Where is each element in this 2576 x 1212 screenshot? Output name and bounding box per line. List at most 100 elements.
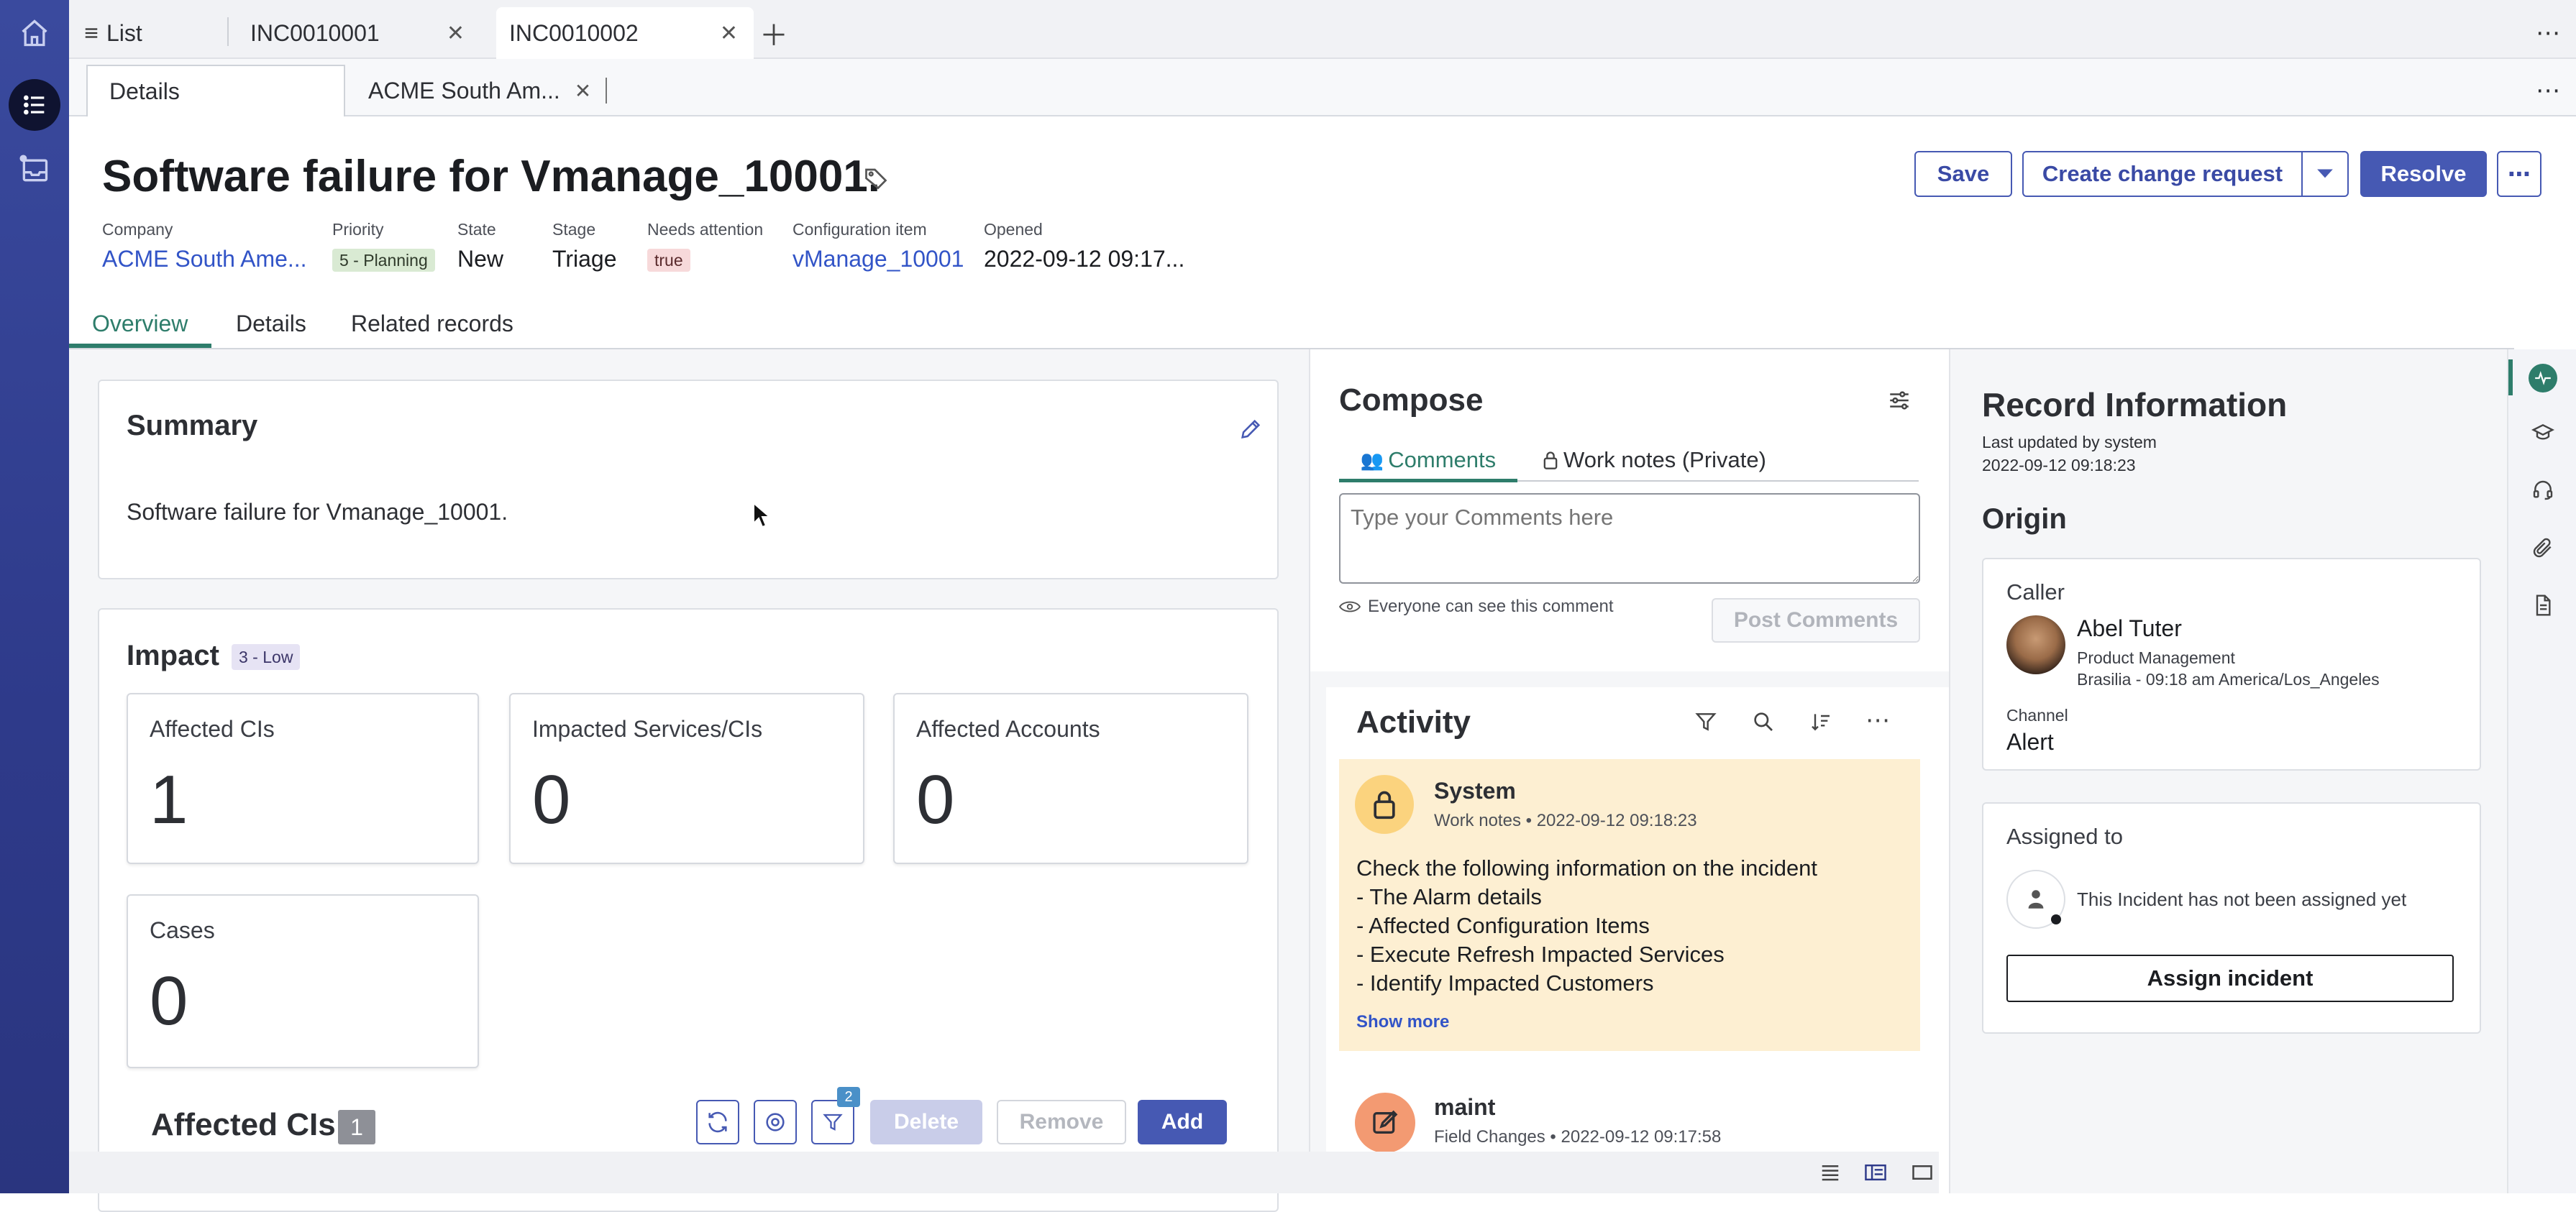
left-nav-rail [0,0,69,1193]
refresh-button[interactable] [696,1100,739,1144]
configuration-item-link[interactable]: vManage_10001 [793,246,964,272]
home-icon[interactable] [12,10,58,56]
edit-icon[interactable] [1238,417,1263,441]
split-view-icon[interactable] [1864,1162,1887,1183]
contextual-side-rail [2507,349,2576,1193]
tab-underline [1517,480,1919,482]
search-icon[interactable] [1752,710,1775,733]
entry-line: - The Alarm details [1356,884,1542,909]
graduation-cap-icon[interactable] [2531,421,2554,444]
affected-accounts-tile[interactable]: Affected Accounts 0 [893,693,1248,864]
tab-list[interactable]: List [83,7,227,59]
company-link[interactable]: ACME South Ame... [102,246,307,272]
list-icon[interactable] [9,79,60,131]
more-icon[interactable]: ⋯ [2536,7,2560,59]
active-indicator [2508,359,2513,395]
avatar [1355,1093,1415,1153]
compose-heading: Compose [1339,382,1484,418]
page-title: Software failure for Vmanage_10001. [102,152,881,201]
tab-label: List [106,19,142,46]
close-icon[interactable]: ✕ [447,21,480,46]
close-icon[interactable]: ✕ [575,79,591,103]
assign-incident-button[interactable]: Assign incident [2006,955,2454,1002]
more-actions-button[interactable]: ⋯ [2497,151,2541,197]
impacted-services-tile[interactable]: Impacted Services/CIs 0 [509,693,864,864]
filter-icon [822,1111,844,1133]
summary-heading: Summary [127,410,258,441]
tab-divider [227,17,229,46]
entry-type: Field Changes [1434,1127,1545,1147]
sort-icon[interactable] [1809,710,1832,733]
tab-work-notes[interactable]: Work notes (Private) [1542,441,1766,479]
close-icon[interactable]: ✕ [720,21,754,46]
tile-label: Impacted Services/CIs [532,716,763,742]
tab-related-records[interactable]: Related records [351,311,513,337]
more-icon[interactable]: ⋯ [1865,706,1890,735]
cases-tile[interactable]: Cases 0 [127,894,479,1068]
delete-button[interactable]: Delete [870,1100,982,1144]
stage-label: Stage [552,220,596,239]
more-icon[interactable]: ⋯ [2536,65,2560,116]
filter-icon[interactable] [1694,710,1717,733]
tab-inc0010002[interactable]: INC0010002 ✕ [496,7,754,59]
inbox-icon[interactable] [12,147,58,193]
single-view-icon[interactable] [1912,1162,1933,1183]
bottom-status-bar [69,1152,1939,1193]
tab-comments[interactable]: 👥 Comments [1339,441,1517,479]
entry-time: 2022-09-12 09:18:23 [1536,811,1697,830]
status-dot [2051,914,2061,924]
post-comments-button[interactable]: Post Comments [1712,598,1920,643]
avatar [1355,775,1414,834]
compose-settings-icon[interactable] [1887,388,1912,413]
entry-line: Check the following information on the i… [1356,855,1818,881]
tile-value: 1 [150,761,188,838]
settings-button[interactable] [754,1100,797,1144]
entry-line: - Identify Impacted Customers [1356,970,1654,996]
create-change-request-button[interactable]: Create change request [2022,151,2303,197]
paperclip-icon[interactable] [2531,536,2554,559]
activity-entry: System Work notes • 2022-09-12 09:18:23 … [1339,759,1920,1051]
entry-type: Work notes [1434,811,1521,830]
document-icon[interactable] [2531,594,2554,617]
window-tab-strip: List INC0010001 ✕ INC0010002 ✕ ＋ ⋯ [69,0,2576,59]
entry-author: maint [1434,1094,1496,1120]
tab-label: INC0010002 [509,19,639,46]
subtab-label: Details [109,78,180,104]
remove-button[interactable]: Remove [997,1100,1126,1144]
avatar [2006,870,2065,929]
tab-inc0010001[interactable]: INC0010001 ✕ [250,7,480,59]
impact-heading: Impact [127,640,219,671]
caller-name[interactable]: Abel Tuter [2077,615,2182,642]
affected-cis-tile[interactable]: Affected CIs 1 [127,693,479,864]
stage-value: Triage [552,246,617,272]
subtab-acme[interactable]: ACME South Am... ✕ [368,65,670,116]
company-label: Company [102,220,173,239]
entry-line: - Execute Refresh Impacted Services [1356,942,1725,967]
assigned-label: Assigned to [2006,824,2123,849]
save-button[interactable]: Save [1914,151,2012,197]
entry-meta: Field Changes • 2022-09-12 09:17:58 [1434,1127,1722,1147]
tile-value: 0 [532,761,571,838]
count-badge: 1 [338,1110,375,1144]
tab-overview[interactable]: Overview [92,311,188,337]
subtab-details[interactable]: Details [86,65,345,116]
tab-divider [606,78,608,104]
menu-icon [83,25,99,41]
list-view-icon[interactable] [1819,1162,1841,1183]
edit-icon [1371,1108,1399,1137]
record-info-heading: Record Information [1982,386,2288,423]
headset-icon[interactable] [2531,479,2554,502]
add-button[interactable]: Add [1138,1100,1227,1144]
show-more-link[interactable]: Show more [1356,1012,1449,1032]
entry-body: Check the following information on the i… [1356,854,1817,998]
tag-icon[interactable] [863,165,889,191]
eye-icon [1339,599,1361,615]
tab-details[interactable]: Details [236,311,306,337]
add-tab-button[interactable]: ＋ [759,7,788,59]
activity-icon[interactable] [2529,364,2557,392]
lock-icon [1371,789,1398,820]
summary-text: Software failure for Vmanage_10001. [127,499,508,525]
resolve-button[interactable]: Resolve [2360,151,2487,197]
comments-input[interactable] [1339,493,1920,584]
chevron-down-icon[interactable] [2301,151,2349,197]
